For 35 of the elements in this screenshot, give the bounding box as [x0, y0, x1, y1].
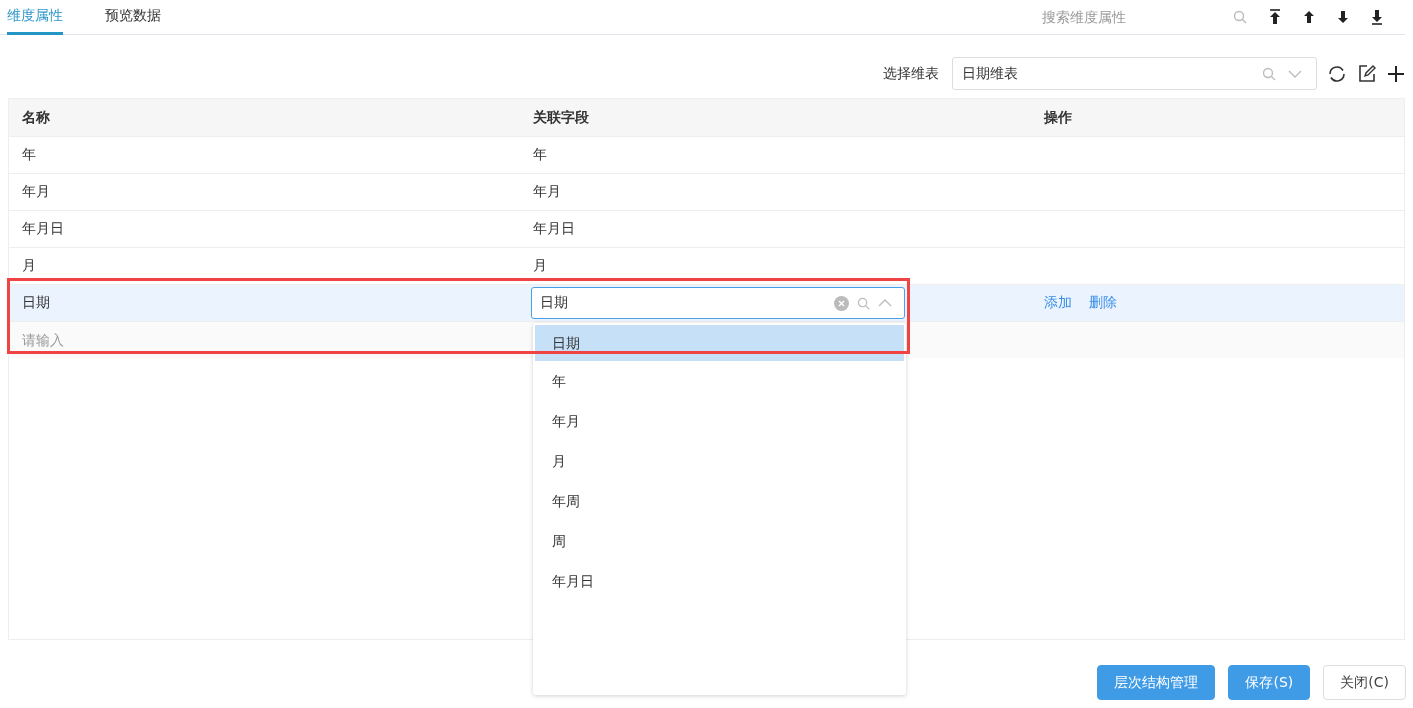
search-icon	[1262, 66, 1276, 81]
chevron-down-icon	[1288, 69, 1302, 78]
search-icon	[1233, 10, 1247, 24]
select-label: 选择维表	[883, 64, 939, 83]
table-cell-text: 年月日	[532, 220, 576, 238]
table-cell-text: 月	[532, 257, 548, 275]
table-cell-text: 年月	[21, 183, 51, 201]
dropdown-option[interactable]: 年月日	[533, 561, 906, 601]
edit-icon[interactable]	[1357, 63, 1377, 84]
name-input[interactable]: 请输入	[22, 332, 222, 348]
column-header: 操作	[1043, 108, 1073, 127]
move-to-top-icon[interactable]	[1269, 9, 1281, 25]
dropdown-option[interactable]: 月	[533, 441, 906, 481]
dropdown-option[interactable]: 周	[533, 521, 906, 561]
dropdown-option[interactable]: 年	[533, 361, 906, 401]
table-cell-text: 日期	[21, 294, 51, 312]
dropdown-option[interactable]: 年周	[533, 481, 906, 521]
column-header: 名称	[21, 108, 51, 127]
tab[interactable]: 预览数据	[105, 0, 161, 35]
table-cell-text: 年月日	[21, 220, 65, 238]
table-cell-text: 年	[532, 146, 548, 164]
footer-button[interactable]: 关闭(C)	[1323, 665, 1406, 700]
tab[interactable]: 维度属性	[7, 0, 63, 35]
move-up-icon[interactable]	[1303, 10, 1315, 24]
move-to-bottom-icon[interactable]	[1371, 9, 1383, 25]
table-select[interactable]: 日期维表	[952, 57, 1317, 90]
table-cell-text: 年月	[532, 183, 562, 201]
column-header: 关联字段	[532, 108, 590, 127]
dropdown-option[interactable]: 年月	[533, 401, 906, 441]
table-cell-text: 月	[21, 257, 37, 275]
move-down-icon[interactable]	[1337, 10, 1349, 24]
table-cell-text: 年	[21, 146, 37, 164]
search-icon	[857, 296, 870, 310]
add-icon[interactable]	[1387, 64, 1405, 83]
refresh-icon[interactable]	[1327, 63, 1347, 84]
